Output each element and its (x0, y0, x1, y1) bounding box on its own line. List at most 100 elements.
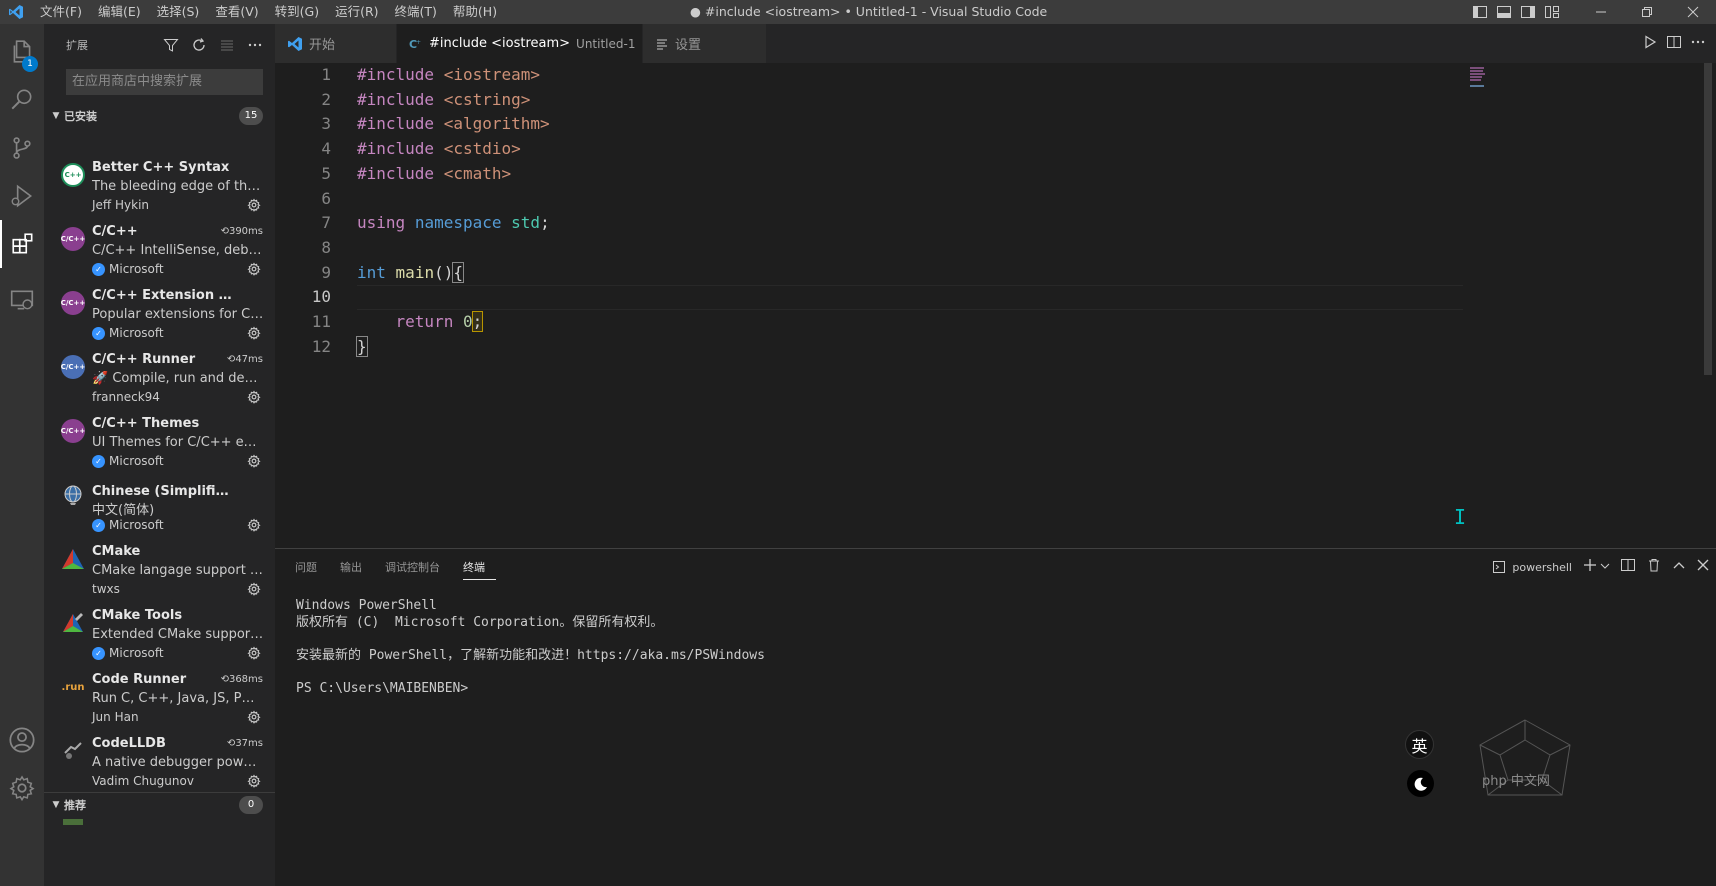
restore-icon[interactable] (1624, 0, 1670, 24)
run-code-icon[interactable] (1642, 34, 1658, 54)
code-line[interactable]: 7 using namespace std; (275, 211, 1465, 236)
code-line[interactable]: 9 int main(){ (275, 261, 1465, 286)
panel-tab[interactable]: 调试控制台 (385, 559, 451, 580)
menu-item[interactable]: 运行(R) (327, 0, 386, 24)
extensions-icon[interactable] (0, 220, 44, 268)
manage-extension-gear-icon[interactable] (246, 197, 262, 213)
extension-logo-icon: C/C++ (61, 227, 85, 251)
tab-untitled-1[interactable]: C + #include <iostream> Untitled-1 (397, 24, 643, 63)
watermark-text: php 中文网 (1482, 774, 1550, 789)
clear-list-icon[interactable] (217, 35, 237, 55)
code-token: #include (357, 139, 435, 159)
code-line[interactable]: 11 return 0; (275, 310, 1465, 335)
tab-welcome[interactable]: 开始 (275, 24, 397, 63)
menu-item[interactable]: 帮助(H) (445, 0, 505, 24)
minimize-icon[interactable] (1578, 0, 1624, 24)
search-icon[interactable] (0, 76, 44, 124)
code-line[interactable]: 1 #include <iostream> (275, 63, 1465, 88)
extension-item[interactable]: CodeLLDB ⟲37ms A native debugger powere.… (44, 731, 275, 795)
run-debug-icon[interactable] (0, 172, 44, 220)
verified-badge-icon: ✓ (92, 518, 105, 532)
title-bar: 文件(F) 编辑(E) 选择(S) 查看(V) 转到(G) 运行(R) 终端(T) 帮助(H)… (0, 0, 1716, 24)
ime-language-button[interactable]: 英 (1405, 730, 1434, 759)
extension-item[interactable]: CMake CMake langage support for... twxs (44, 539, 275, 603)
panel-tab[interactable]: 终端 (463, 559, 496, 580)
manage-extension-gear-icon[interactable] (246, 709, 262, 725)
toggle-secondary-sidebar-icon[interactable] (1516, 0, 1540, 24)
sidebar-title: 扩展 (66, 39, 88, 52)
menu-item[interactable]: 编辑(E) (90, 0, 149, 24)
trash-icon[interactable] (1646, 557, 1662, 577)
extension-item[interactable]: .run Code Runner ⟲368ms Run C, C++, Java… (44, 667, 275, 731)
close-window-icon[interactable] (1670, 0, 1716, 24)
menu-item[interactable]: 文件(F) (32, 0, 90, 24)
extension-item[interactable]: C/C++ C/C++ Runner ⟲47ms 🚀 Compile, run … (44, 347, 275, 411)
editor-more-icon[interactable] (1690, 34, 1706, 54)
new-terminal-icon[interactable] (1582, 557, 1598, 577)
toggle-sidebar-icon[interactable] (1468, 0, 1492, 24)
extension-item[interactable]: C/C++ C/C++ ⟲390ms C/C++ IntelliSense, d… (44, 219, 275, 283)
code-text: return 0; (357, 310, 484, 335)
manage-extension-gear-icon[interactable] (246, 773, 262, 789)
explorer-icon[interactable]: 1 (0, 28, 44, 76)
extension-search-input[interactable]: 在应用商店中搜索扩展 (66, 69, 263, 95)
remote-explorer-icon[interactable] (0, 276, 44, 324)
manage-extension-gear-icon[interactable] (246, 325, 262, 341)
dark-mode-moon-icon[interactable] (1407, 770, 1434, 797)
code-line[interactable]: 4 #include <cstdio> (275, 137, 1465, 162)
code-token: main (395, 262, 435, 282)
extension-publisher: Jun Han (92, 710, 139, 724)
code-line[interactable]: 8 (275, 236, 1465, 261)
extension-item[interactable]: Chinese (Simplified) (简... 中文(简体) ✓Micro… (44, 475, 275, 539)
installed-label: 已安装 (64, 110, 97, 123)
menu-item[interactable]: 选择(S) (149, 0, 208, 24)
code-line[interactable]: 12} (275, 335, 1465, 360)
account-icon[interactable] (0, 716, 44, 764)
code-line[interactable]: 3 #include <algorithm> (275, 112, 1465, 137)
manage-extension-gear-icon[interactable] (246, 517, 262, 533)
terminal-output[interactable]: Windows PowerShell 版权所有 (C) Microsoft Cor… (296, 598, 765, 697)
split-terminal-icon[interactable] (1620, 557, 1636, 577)
editor-scrollbar[interactable] (1704, 63, 1712, 375)
recommended-section-header[interactable]: ▼ 推荐 0 (44, 792, 275, 816)
code-line[interactable]: 2 #include <cstring> (275, 88, 1465, 113)
terminal-selector[interactable]: powershell (1492, 560, 1572, 574)
code-line[interactable]: 5 #include <cmath> (275, 162, 1465, 187)
chevron-down-icon[interactable] (1600, 560, 1610, 575)
close-panel-icon[interactable] (1696, 558, 1710, 576)
manage-extension-gear-icon[interactable] (246, 645, 262, 661)
tab-settings[interactable]: 设置 (643, 24, 767, 63)
manage-extension-gear-icon[interactable] (246, 261, 262, 277)
extension-logo-icon (61, 739, 85, 763)
filter-icon[interactable] (161, 35, 181, 55)
extension-item[interactable]: CMake Tools Extended CMake support i... … (44, 603, 275, 667)
manage-extension-gear-icon[interactable] (246, 389, 262, 405)
code-text: #include <cstring> (357, 88, 530, 113)
extension-item[interactable]: C/C++ C/C++ Themes UI Themes for C/C++ e… (44, 411, 275, 475)
split-editor-icon[interactable] (1666, 34, 1682, 54)
menu-item[interactable]: 转到(G) (267, 0, 327, 24)
refresh-icon[interactable] (189, 35, 209, 55)
installed-section-header[interactable]: ▼ 已安装 15 (44, 104, 275, 128)
customize-layout-icon[interactable] (1540, 0, 1564, 24)
extension-item[interactable]: C/C++ C/C++ Extension Pack Popular exten… (44, 283, 275, 347)
source-control-icon[interactable] (0, 124, 44, 172)
maximize-panel-icon[interactable] (1672, 558, 1686, 576)
line-number: 11 (311, 312, 331, 331)
manage-gear-icon[interactable] (0, 764, 44, 812)
code-line[interactable]: 6 (275, 187, 1465, 212)
toggle-panel-icon[interactable] (1492, 0, 1516, 24)
menu-item[interactable]: 查看(V) (207, 0, 266, 24)
code-token: <cmath> (443, 163, 512, 183)
minimap[interactable] (1467, 63, 1557, 548)
code-editor[interactable]: 1 #include <iostream> 2 #include <cstring> 3… (275, 63, 1716, 548)
panel-tab[interactable]: 问题 (295, 559, 328, 580)
more-actions-icon[interactable] (245, 35, 265, 55)
menu-item[interactable]: 终端(T) (387, 0, 445, 24)
manage-extension-gear-icon[interactable] (246, 581, 262, 597)
manage-extension-gear-icon[interactable] (246, 453, 262, 469)
panel-tab[interactable]: 输出 (340, 559, 373, 580)
extension-item[interactable]: C++ Better C++ Syntax The bleeding edge … (44, 155, 275, 219)
code-line[interactable]: 10 (275, 285, 1465, 310)
